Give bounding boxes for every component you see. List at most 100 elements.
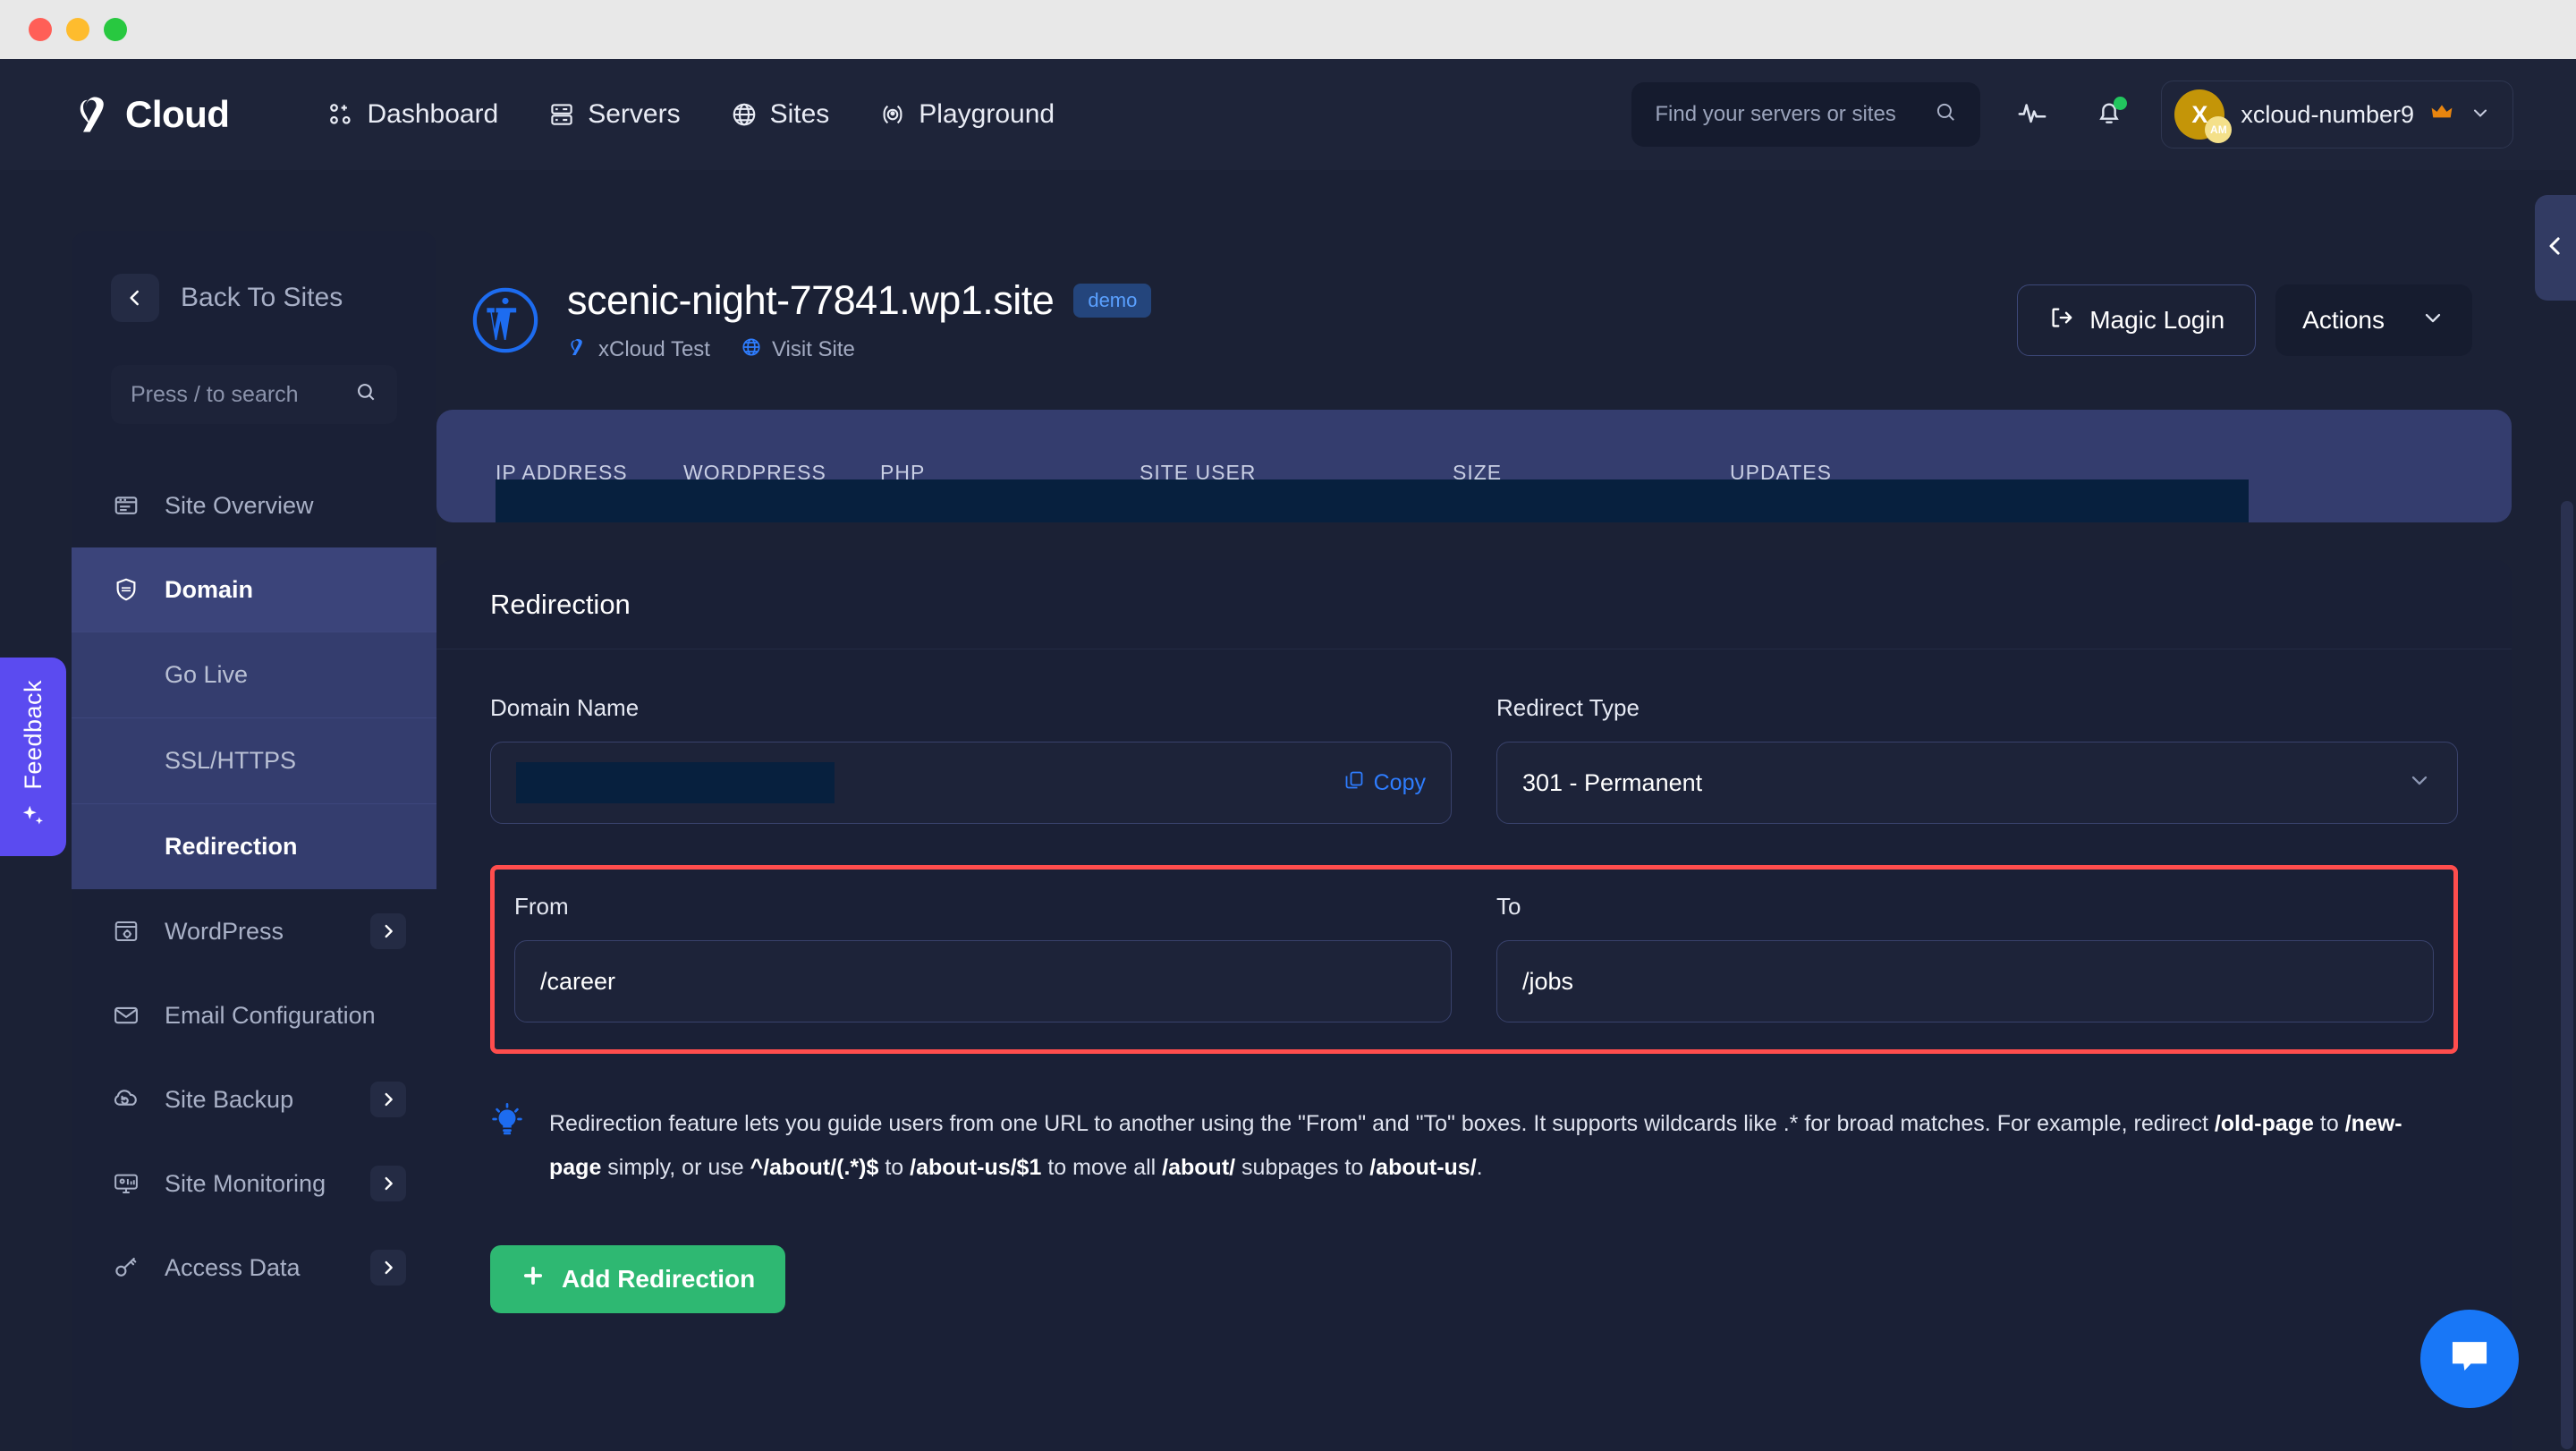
back-to-sites-label: Back To Sites bbox=[181, 283, 343, 313]
app-window: Cloud Dashboard bbox=[0, 0, 2576, 1451]
chevron-down-icon bbox=[2470, 102, 2491, 128]
nav-item-servers-label: Servers bbox=[588, 99, 680, 130]
to-field: To /jobs bbox=[1496, 893, 2434, 1022]
brand-logo-link[interactable]: Cloud bbox=[72, 91, 229, 138]
sidebar-item-site-backup[interactable]: Site Backup bbox=[72, 1057, 436, 1141]
sidebar-item-site-monitoring[interactable]: Site Monitoring bbox=[72, 1141, 436, 1226]
sidebar-item-wordpress[interactable]: WordPress bbox=[72, 889, 436, 973]
wordpress-gear-icon bbox=[111, 916, 141, 946]
redacted-domain-value bbox=[516, 762, 835, 803]
domain-redirect-type-row: Domain Name Copy bbox=[490, 694, 2458, 824]
activity-button[interactable] bbox=[2007, 89, 2057, 140]
sidebar-subitem-ssl-https[interactable]: SSL/HTTPS bbox=[72, 717, 436, 803]
redirection-card-body: Domain Name Copy bbox=[436, 649, 2512, 1313]
sidebar-subitem-go-live[interactable]: Go Live bbox=[72, 632, 436, 717]
close-window-button[interactable] bbox=[29, 18, 52, 41]
to-label: To bbox=[1496, 893, 2434, 921]
nav-item-sites[interactable]: Sites bbox=[731, 99, 830, 130]
servers-icon bbox=[548, 101, 575, 128]
nav-item-servers[interactable]: Servers bbox=[548, 99, 680, 130]
from-field: From /career bbox=[514, 893, 1452, 1022]
sidebar-subitem-redirection[interactable]: Redirection bbox=[72, 803, 436, 889]
nav-item-sites-label: Sites bbox=[770, 99, 830, 130]
globe-icon bbox=[741, 336, 762, 364]
magic-login-button[interactable]: Magic Login bbox=[2017, 284, 2256, 356]
chevron-right-icon[interactable] bbox=[370, 1166, 406, 1201]
global-search-input[interactable]: Find your servers or sites bbox=[1631, 82, 1980, 147]
activity-pulse-icon bbox=[2017, 98, 2047, 132]
from-to-highlight-region: From /career To /jobs bbox=[490, 865, 2458, 1054]
site-identity-text: scenic-night-77841.wp1.site demo xClo bbox=[567, 277, 1151, 364]
user-menu-button[interactable]: X AM xcloud-number9 bbox=[2161, 81, 2513, 148]
sidebar-item-access-data-label: Access Data bbox=[165, 1254, 370, 1282]
redirection-card-title: Redirection bbox=[490, 589, 631, 621]
sidebar-item-access-data[interactable]: Access Data bbox=[72, 1226, 436, 1310]
redirect-type-select[interactable]: 301 - Permanent bbox=[1496, 742, 2458, 824]
nav-item-playground[interactable]: Playground bbox=[879, 99, 1055, 130]
redirect-type-value: 301 - Permanent bbox=[1522, 769, 1702, 797]
from-input[interactable]: /career bbox=[514, 940, 1452, 1022]
nav-item-playground-label: Playground bbox=[919, 99, 1055, 130]
notification-badge bbox=[2114, 97, 2127, 110]
notifications-button[interactable] bbox=[2084, 89, 2134, 140]
meta-item-visit-site[interactable]: Visit Site bbox=[741, 336, 855, 364]
add-redirection-label: Add Redirection bbox=[562, 1265, 755, 1294]
support-chat-button[interactable] bbox=[2420, 1310, 2519, 1408]
domain-name-input[interactable]: Copy bbox=[490, 742, 1452, 824]
sidebar-search-placeholder: Press / to search bbox=[131, 382, 299, 408]
search-icon bbox=[354, 380, 377, 410]
redirection-card: Redirection Domain Name bbox=[436, 560, 2512, 1451]
sidebar-item-email-configuration-label: Email Configuration bbox=[165, 1002, 406, 1030]
chat-bubble-icon bbox=[2446, 1334, 2493, 1385]
meta-item-xcloud-test-label: xCloud Test bbox=[598, 337, 710, 362]
minimize-window-button[interactable] bbox=[66, 18, 89, 41]
avatar: X AM bbox=[2174, 89, 2224, 140]
page-title: scenic-night-77841.wp1.site bbox=[567, 277, 1054, 324]
domain-name-label: Domain Name bbox=[490, 694, 1452, 722]
main-content: scenic-night-77841.wp1.site demo xClo bbox=[436, 231, 2512, 1451]
key-icon bbox=[111, 1252, 141, 1283]
actions-dropdown-button[interactable]: Actions bbox=[2275, 284, 2472, 356]
nav-item-dashboard[interactable]: Dashboard bbox=[327, 99, 498, 130]
chevron-down-icon bbox=[2407, 768, 2432, 799]
nav-item-dashboard-label: Dashboard bbox=[367, 99, 498, 130]
chevron-right-icon[interactable] bbox=[370, 913, 406, 949]
redirect-type-field: Redirect Type 301 - Permanent bbox=[1496, 694, 2458, 824]
wordpress-icon bbox=[470, 285, 540, 355]
playground-icon bbox=[879, 101, 906, 128]
feedback-tab-button[interactable]: Feedback bbox=[0, 658, 66, 856]
copy-domain-button[interactable]: Copy bbox=[1343, 769, 1426, 797]
add-redirection-button[interactable]: Add Redirection bbox=[490, 1245, 785, 1313]
sidebar-item-site-overview[interactable]: Site Overview bbox=[72, 463, 436, 547]
site-header-actions: Magic Login Actions bbox=[2017, 284, 2472, 356]
redirection-hint-text: Redirection feature lets you guide users… bbox=[549, 1102, 2449, 1190]
from-value: /career bbox=[540, 968, 615, 996]
maximize-window-button[interactable] bbox=[104, 18, 127, 41]
meta-item-xcloud-test[interactable]: xCloud Test bbox=[567, 336, 710, 364]
site-info-bar: IP ADDRESS WORDPRESS PHP SITE USER SIZE … bbox=[436, 410, 2512, 522]
chevron-down-icon bbox=[2420, 305, 2445, 336]
chevron-right-icon[interactable] bbox=[370, 1250, 406, 1286]
sidebar-item-email-configuration[interactable]: Email Configuration bbox=[72, 973, 436, 1057]
sidebar-item-domain[interactable]: Domain bbox=[72, 547, 436, 632]
login-arrow-icon bbox=[2048, 304, 2075, 337]
globe-icon bbox=[731, 101, 758, 128]
sidebar-search-input[interactable]: Press / to search bbox=[111, 365, 397, 424]
actions-label: Actions bbox=[2302, 306, 2385, 335]
feedback-label: Feedback bbox=[20, 680, 47, 790]
shield-icon bbox=[111, 574, 141, 605]
to-input[interactable]: /jobs bbox=[1496, 940, 2434, 1022]
redirection-hint: Redirection feature lets you guide users… bbox=[490, 1102, 2458, 1190]
primary-nav: Dashboard Servers bbox=[327, 99, 1055, 130]
copy-icon bbox=[1343, 769, 1365, 797]
chevron-right-icon[interactable] bbox=[370, 1082, 406, 1117]
from-label: From bbox=[514, 893, 1452, 921]
top-nav-right-cluster: Find your servers or sites bbox=[1631, 59, 2513, 170]
user-name-label: xcloud-number9 bbox=[2241, 101, 2414, 129]
crown-icon bbox=[2430, 101, 2453, 129]
back-to-sites-button[interactable]: Back To Sites bbox=[72, 231, 436, 322]
sidebar-menu: Site Overview Domain Go Live SSL/HTTPS R… bbox=[72, 463, 436, 1310]
backup-icon bbox=[111, 1084, 141, 1115]
page-scrollbar-thumb[interactable] bbox=[2561, 501, 2573, 1449]
meta-item-visit-site-label: Visit Site bbox=[772, 337, 855, 362]
